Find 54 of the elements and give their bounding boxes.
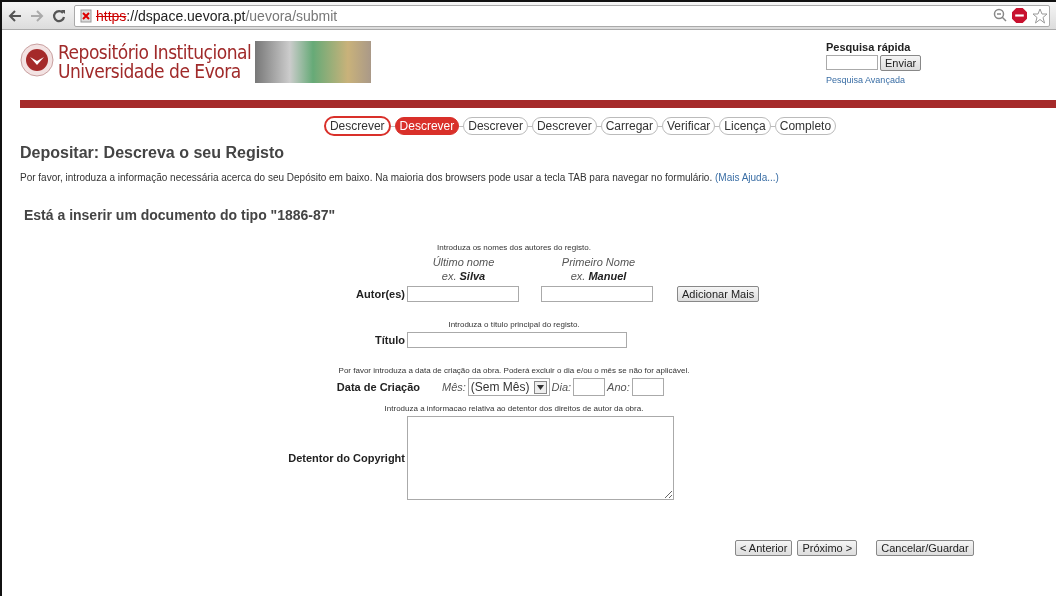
forward-icon[interactable] <box>30 9 44 22</box>
zoom-icon[interactable] <box>993 8 1007 24</box>
year-label: Ano: <box>607 381 630 393</box>
help-link[interactable]: (Mais Ajuda...) <box>715 172 779 183</box>
field-label: Título <box>374 334 405 346</box>
add-more-button[interactable]: Adicionar Mais <box>677 286 760 302</box>
back-icon[interactable] <box>8 9 22 22</box>
progress-step[interactable]: Verificar <box>662 117 716 135</box>
broken-lock-icon <box>79 8 93 23</box>
url-text: https://dspace.uevora.pt/uevora/submit <box>96 7 338 24</box>
progress-step[interactable]: Descrever <box>463 117 528 135</box>
day-field[interactable] <box>573 378 606 396</box>
last-name-field[interactable] <box>407 286 519 302</box>
site-title: Repositório Instituçional <box>58 43 252 62</box>
field-label: Data de Criação <box>335 381 420 393</box>
field-hint: Introduza os nomes dos autores do registo. <box>436 243 592 252</box>
progress-step[interactable]: Descrever <box>323 116 391 136</box>
address-bar[interactable]: https://dspace.uevora.pt/uevora/submit <box>74 4 1050 27</box>
month-dropdown[interactable]: (Sem Mês) <box>467 378 550 396</box>
progress-step[interactable]: Descrever <box>531 117 597 135</box>
quick-search-label: Pesquisa rápida <box>826 41 912 53</box>
cancel-save-button[interactable]: Cancelar/Guardar <box>876 540 974 556</box>
reload-icon[interactable] <box>52 8 66 23</box>
send-button[interactable]: Enviar <box>880 55 922 71</box>
page-heading: Depositar: Descreva o seu Registo <box>20 144 286 162</box>
progress-step[interactable]: Completo <box>774 117 837 135</box>
caret-icon <box>533 380 547 394</box>
search-field[interactable] <box>826 55 878 70</box>
progress-step[interactable]: Descrever <box>394 117 460 135</box>
document-type-heading: Está a inserir um documento do tipo "1886-87" <box>24 207 337 223</box>
month-label: Mês: <box>442 381 466 393</box>
field-label: Detentor do Copyright <box>287 452 405 464</box>
progress-step[interactable]: Licença <box>719 117 771 135</box>
field-hint: Introduza o título principal do registo. <box>447 320 581 329</box>
advanced-search-link[interactable]: Pesquisa Avançada <box>826 75 905 85</box>
title-field[interactable] <box>407 332 627 348</box>
example-text: ex. Manuel <box>569 269 628 283</box>
previous-button[interactable]: < Anterior <box>735 540 793 556</box>
intro-text: Por favor, introduza a informação necessária acerca do seu Depósito em baixo. Na maioria dos browsers pode usar a tecla TAB para navegar no formulário. (Mais Ajuda...) <box>20 172 780 183</box>
year-field[interactable] <box>631 378 664 396</box>
star-icon[interactable] <box>1032 8 1048 24</box>
day-label: Dia: <box>551 381 572 393</box>
example-text: ex. Silva <box>440 269 487 283</box>
next-button[interactable]: Próximo > <box>797 540 858 556</box>
column-label: Primeiro Nome <box>560 255 637 269</box>
site-subtitle: Universidade de Evora <box>58 62 241 81</box>
copyright-textarea[interactable] <box>407 416 674 500</box>
first-name-field[interactable] <box>541 286 653 302</box>
field-hint: Por favor introduza a data de criação da obra. Poderá excluir o dia e/ou o mês se não for aplicável. <box>337 366 691 375</box>
field-label: Autor(es) <box>355 288 405 300</box>
progress-step[interactable]: Carregar <box>600 117 658 135</box>
field-hint: Introduza a informacao relativa ao detentor dos direitos de autor da obra. <box>383 404 645 413</box>
column-label: Último nome <box>431 255 496 269</box>
stop-sign-icon[interactable] <box>1012 8 1027 24</box>
